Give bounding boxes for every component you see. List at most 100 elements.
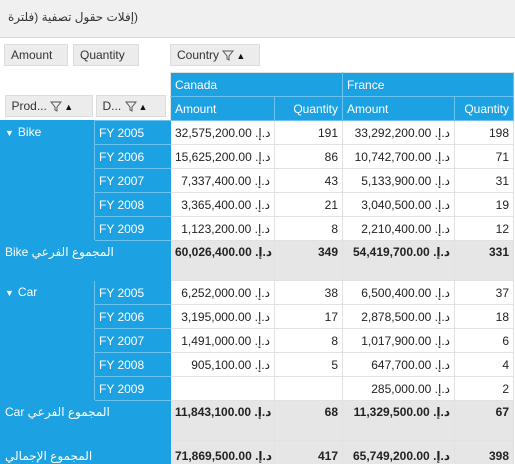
amount-value: 285,000.00 [371,381,432,396]
subtotal-label[interactable]: المجموع الفرعي Bike [0,240,171,281]
table-row: ▼ Car FY 2005 د.إ. 6,252,000.00 38 د.إ. 6,500… [0,280,515,401]
sort-asc-icon[interactable]: ▲ [236,51,245,61]
collapse-icon[interactable]: ▼ [5,288,14,298]
row-header-label: Car [17,285,38,299]
country-header-canada[interactable]: Canada [169,72,344,97]
filter-area-label: (إفلات حقول تصفية (فلترة [8,10,139,24]
column-chip-country[interactable]: Country ▲ [170,44,260,66]
country-header-france[interactable]: France [342,72,515,97]
amount-value: 3,195,000.00 [181,309,252,324]
measure-header-amount[interactable]: Amount [170,96,275,121]
cell-france-amount: د.إ. 3,040,500.00 [342,192,456,217]
subtotal-row: المجموع الفرعي Bike د.إ. 60,026,400.00 349… [0,240,515,281]
currency-symbol: د.إ. [255,125,271,140]
cell-france-amount: د.إ. 5,133,900.00 [342,168,456,193]
cell-france-quantity: 12 [454,216,515,241]
cell-canada-quantity [273,376,344,401]
year-header[interactable]: FY 2005 [94,120,171,145]
filter-drop-area[interactable]: (إفلات حقول تصفية (فلترة [0,0,515,38]
row-header-label: Bike [17,125,42,139]
year-header[interactable]: FY 2009 [94,376,171,401]
currency-symbol: د.إ. [433,245,451,259]
cell-canada-quantity: 8 [273,328,344,353]
cell-france-quantity: 398 [454,440,515,464]
amount-value: 11,329,500.00 [353,405,430,419]
amount-value: 1,123,200.00 [181,221,252,236]
row-header-bike[interactable]: ▼ Bike [0,120,95,241]
values-chip-amount[interactable]: Amount [4,44,68,66]
cell-canada-amount: د.إ. 15,625,200.00 [170,144,275,169]
cell-canada-quantity: 86 [273,144,344,169]
cell-canada-quantity: 43 [273,168,344,193]
amount-value: 3,040,500.00 [361,197,432,212]
year-header[interactable]: FY 2008 [94,192,171,217]
cell-canada-amount: د.إ. 6,252,000.00 [170,280,275,305]
cell-canada-quantity: 349 [273,240,344,281]
cell-canada-amount: د.إ. 3,195,000.00 [170,304,275,329]
amount-value: 32,575,200.00 [175,125,252,140]
subtotal-label[interactable]: المجموع الفرعي Car [0,400,171,441]
pivot-grid: Prod... ▲ D... ▲ Canada France Amount Qu… [0,72,515,464]
cell-france-quantity: 37 [454,280,515,305]
cell-france-quantity: 19 [454,192,515,217]
currency-symbol: د.إ. [254,197,270,212]
currency-symbol: د.إ. [254,173,270,188]
cell-canada-amount: د.إ. 1,123,200.00 [170,216,275,241]
cell-france-amount: د.إ. 33,292,200.00 [342,120,456,145]
amount-value: 2,878,500.00 [361,309,432,324]
grand-total-label[interactable]: المجموع الإجمالي [0,440,171,464]
subtotal-row: المجموع الفرعي Car د.إ. 11,843,100.00 68 د.… [0,400,515,441]
measure-header-quantity[interactable]: Quantity [273,96,344,121]
currency-symbol: د.إ. [434,197,451,212]
cell-france-quantity: 198 [454,120,515,145]
currency-symbol: د.إ. [433,448,451,463]
cell-france-amount: د.إ. 285,000.00 [342,376,456,401]
collapse-icon[interactable]: ▼ [5,128,14,138]
row-chip-product[interactable]: Prod... ▲ [4,95,93,117]
cell-france-amount: د.إ. 10,742,700.00 [342,144,456,169]
year-header[interactable]: FY 2007 [94,168,171,193]
amount-value: 7,337,400.00 [181,173,252,188]
cell-france-amount: د.إ. 1,017,900.00 [342,328,456,353]
values-chip-quantity[interactable]: Quantity [73,44,139,66]
cell-france-quantity: 71 [454,144,515,169]
cell-canada-quantity: 8 [273,216,344,241]
row-chip-date[interactable]: D... ▲ [95,95,166,117]
amount-value: 2,210,400.00 [361,221,432,236]
row-chip-date-label: D... [102,99,122,113]
cell-canada-quantity: 68 [273,400,344,441]
year-header[interactable]: FY 2005 [94,280,171,305]
currency-symbol: د.إ. [434,173,451,188]
table-row: ▼ Bike FY 2005 د.إ. 32,575,200.00 191 د.إ. 33… [0,120,515,241]
amount-value: 3,365,400.00 [181,197,252,212]
currency-symbol: د.إ. [434,381,451,396]
year-header[interactable]: FY 2006 [94,144,171,169]
column-header-area: Country ▲ [170,38,515,72]
amount-value: 6,500,400.00 [361,285,432,300]
year-header[interactable]: FY 2007 [94,328,171,353]
year-header[interactable]: FY 2009 [94,216,171,241]
year-header[interactable]: FY 2006 [94,304,171,329]
measure-header-quantity[interactable]: Quantity [454,96,515,121]
filter-icon[interactable] [50,101,63,113]
row-chips-cell: Prod... ▲ D... ▲ [0,72,171,121]
filter-icon[interactable] [124,101,137,113]
amount-value: 65,749,200.00 [352,448,430,463]
cell-canada-amount: د.إ. 905,100.00 [170,352,275,377]
cell-france-quantity: 18 [454,304,515,329]
row-header-car[interactable]: ▼ Car [0,280,95,401]
filter-icon[interactable] [222,50,235,62]
sort-asc-icon[interactable]: ▲ [64,102,73,112]
currency-symbol: د.إ. [254,333,270,348]
amount-value: 647,700.00 [371,357,432,372]
column-chip-label: Country [177,48,220,62]
currency-symbol: د.إ. [254,357,270,372]
sort-asc-icon[interactable]: ▲ [139,102,148,112]
grand-total-row: المجموع الإجمالي د.إ. 71,869,500.00 417 د.إ… [0,440,515,464]
amount-value: 60,026,400.00 [175,245,252,259]
currency-symbol: د.إ. [254,405,272,419]
cell-canada-amount: د.إ. 11,843,100.00 [170,400,275,441]
measure-header-amount[interactable]: Amount [342,96,456,121]
cell-france-amount: د.إ. 54,419,700.00 [342,240,456,281]
year-header[interactable]: FY 2008 [94,352,171,377]
